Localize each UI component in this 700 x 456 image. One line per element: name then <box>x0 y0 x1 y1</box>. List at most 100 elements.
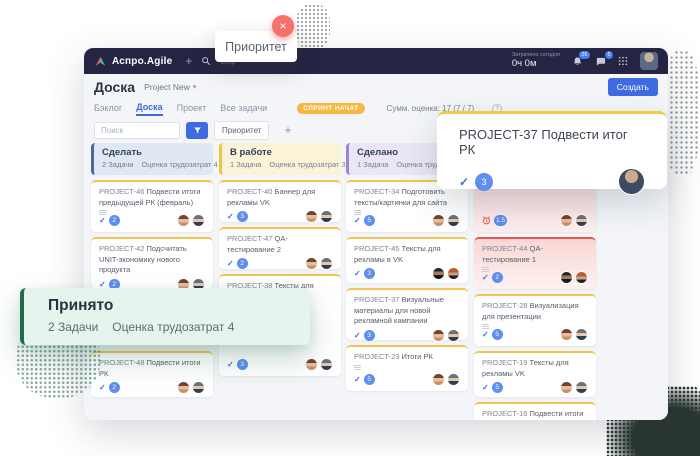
avatar <box>432 214 445 227</box>
task-id: PROJECT-19 <box>482 358 527 367</box>
avatar <box>447 267 460 280</box>
avatar <box>447 373 460 386</box>
avatar <box>305 358 318 371</box>
estimate-badge: 2 <box>109 215 120 226</box>
notifications-badge: 26 <box>579 51 590 60</box>
close-icon[interactable]: × <box>272 15 294 37</box>
task-card[interactable]: PROJECT-42 Подсчитать UNIT-экономику нов… <box>91 237 213 289</box>
estimate-badge: 2 <box>492 272 503 283</box>
task-id: PROJECT-23 <box>354 352 399 361</box>
task-id: PROJECT-16 <box>482 409 527 418</box>
task-card[interactable]: PROJECT-44 QA-тестирование 1 ✓2 <box>474 237 596 289</box>
estimate-badge: 5 <box>364 215 375 226</box>
alarm-clock-icon <box>482 216 491 225</box>
add-icon[interactable]: + <box>185 55 192 67</box>
texture-blob <box>664 50 700 176</box>
avatar <box>192 381 205 394</box>
column-todo: Сделать 2 ЗадачиОценка трудозатрат 4 PRO… <box>91 143 213 397</box>
project-name: Project New <box>144 82 190 92</box>
task-id: PROJECT-34 <box>354 187 399 196</box>
check-icon: ✓ <box>227 360 234 369</box>
task-card[interactable]: PROJECT-48 Подвести итоги РК ✓2 <box>91 351 213 397</box>
add-filter-button[interactable]: + <box>278 123 297 137</box>
estimate-badge: 3 <box>364 268 375 279</box>
create-button[interactable]: Создать <box>608 78 658 96</box>
avatar <box>320 257 333 270</box>
task-card[interactable]: PROJECT-47 QA-тестирование 2 ✓2 <box>219 227 341 269</box>
avatar <box>575 328 588 341</box>
sprint-status-badge: СПРИНТ НАЧАТ <box>297 103 364 114</box>
avatar <box>432 267 445 280</box>
user-avatar[interactable] <box>640 52 658 70</box>
check-icon: ✓ <box>482 273 489 282</box>
estimate-badge: 3 <box>237 211 248 222</box>
avatar <box>447 214 460 227</box>
task-card[interactable]: PROJECT-16 Подвести итоги РК <box>474 402 596 420</box>
check-icon: ✓ <box>227 212 234 221</box>
column-count: 1 Задача <box>230 160 261 169</box>
bell-icon[interactable]: 26 <box>572 56 583 67</box>
accepted-column-overlay: Принято 2 Задачи Оценка трудозатрат 4 <box>20 288 310 345</box>
project-selector[interactable]: Project New ▾ <box>144 82 196 92</box>
task-title: Итоги РК <box>402 352 433 361</box>
priority-filter-chip[interactable]: Приоритет <box>214 121 269 140</box>
description-icon <box>354 210 361 211</box>
estimate-badge: 5 <box>492 329 503 340</box>
tab-all-tasks[interactable]: Все задачи <box>220 103 267 115</box>
filter-button[interactable] <box>186 122 208 139</box>
task-card[interactable]: PROJECT-19 Тексты для рекламы VK ✓5 <box>474 351 596 397</box>
description-icon <box>354 365 361 366</box>
task-id: PROJECT-37 <box>354 295 399 304</box>
task-card[interactable]: PROJECT-23 Итоги РК ✓5 <box>346 345 468 391</box>
task-id: PROJECT-47 <box>227 234 272 243</box>
avatar <box>560 271 573 284</box>
estimate-badge: 5 <box>364 374 375 385</box>
avatar <box>575 381 588 394</box>
tab-board[interactable]: Доска <box>136 102 162 116</box>
check-icon: ✓ <box>227 259 234 268</box>
accepted-count: 2 Задачи <box>48 320 98 334</box>
check-icon: ✓ <box>354 375 361 384</box>
column-header: Сделать 2 ЗадачиОценка трудозатрат 4 <box>91 143 213 175</box>
column-count: 2 Задачи <box>102 160 133 169</box>
check-icon: ✓ <box>99 383 106 392</box>
avatar <box>560 214 573 227</box>
chevron-down-icon: ▾ <box>193 83 197 91</box>
app-window: Аспро.Agile + Спр Затрачено сегодня 0ч 0… <box>84 48 668 420</box>
task-id: PROJECT-44 <box>482 244 527 253</box>
check-icon: ✓ <box>482 383 489 392</box>
task-card[interactable]: PROJECT-46 Подвести итоги предыдущей РК … <box>91 180 213 232</box>
app-name: Аспро.Agile <box>112 56 172 67</box>
search-icon[interactable] <box>201 56 211 66</box>
popup-estimate-badge: 3 <box>475 173 493 191</box>
accepted-estimate: Оценка трудозатрат 4 <box>112 320 234 334</box>
tab-project[interactable]: Проект <box>177 103 207 115</box>
texture-blob <box>296 4 330 50</box>
time-tracker-value: 0ч 0м <box>512 59 560 70</box>
task-card[interactable]: PROJECT-37 Визуальные материалы для ново… <box>346 288 468 340</box>
check-icon: ✓ <box>99 216 106 225</box>
apps-grid-icon[interactable] <box>618 56 628 66</box>
task-id: PROJECT-42 <box>99 244 144 253</box>
avatar <box>618 168 645 195</box>
avatar <box>305 257 318 270</box>
task-card[interactable]: PROJECT-45 Тексты для рекламы в VK ✓3 <box>346 237 468 283</box>
check-icon: ✓ <box>354 216 361 225</box>
tab-backlog[interactable]: Бэклог <box>94 103 122 115</box>
task-id: PROJECT-48 <box>99 358 144 367</box>
search-input[interactable] <box>94 122 180 139</box>
task-card[interactable]: PROJECT-40 Баннер для рекламы VK ✓3 <box>219 180 341 222</box>
accepted-title: Принято <box>48 297 310 315</box>
time-tracker: Затрачено сегодня 0ч 0м <box>512 52 560 69</box>
task-card-popup[interactable]: PROJECT-37 Подвести итог РК ✓ 3 <box>437 111 667 189</box>
column-header: В работе 1 ЗадачаОценка трудозатрат 3 <box>219 143 341 175</box>
funnel-icon <box>193 126 202 135</box>
avatar <box>177 214 190 227</box>
chat-icon[interactable]: 5 <box>595 56 606 67</box>
avatar <box>560 381 573 394</box>
task-card[interactable]: PROJECT-28 Визуализация для презентации … <box>474 294 596 346</box>
description-icon <box>99 210 106 211</box>
avatar <box>305 210 318 223</box>
avatar <box>560 328 573 341</box>
check-icon: ✓ <box>354 269 361 278</box>
